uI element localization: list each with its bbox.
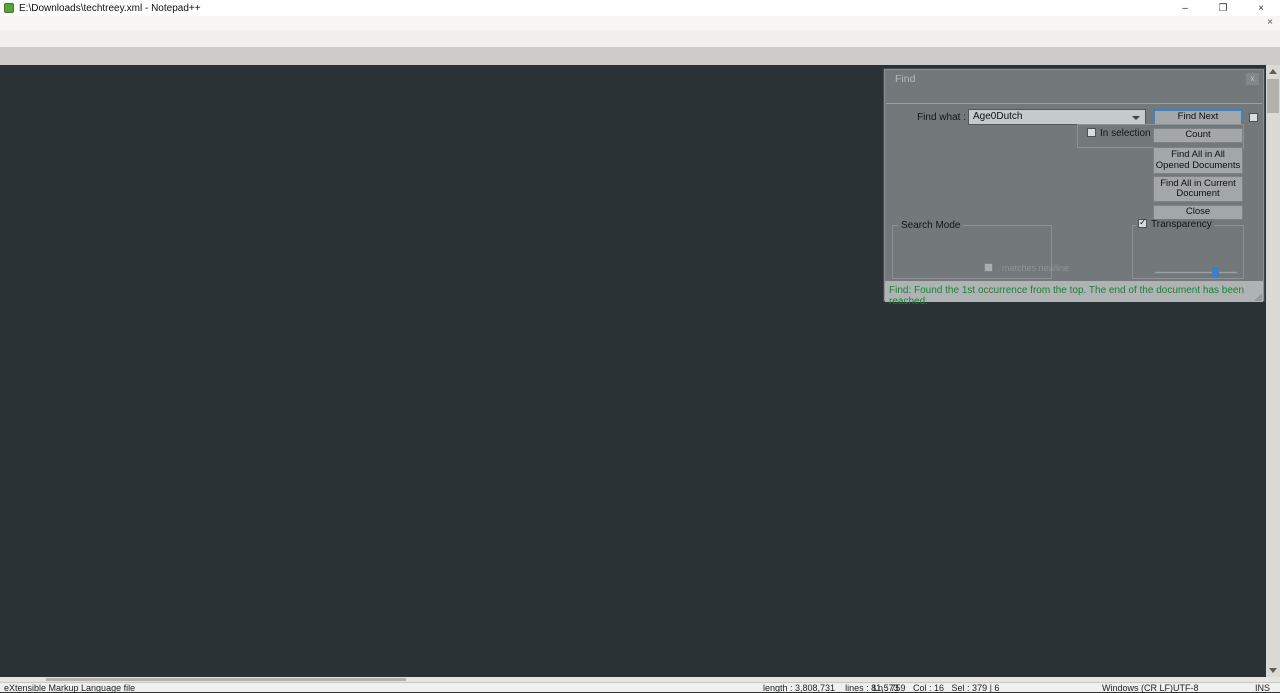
find-dialog-title: Find bbox=[895, 73, 915, 85]
unlabeled-checkbox[interactable] bbox=[1249, 113, 1258, 122]
matches-newline-checkbox[interactable] bbox=[984, 263, 993, 272]
close-button[interactable]: Close bbox=[1153, 205, 1243, 220]
window-title: E:\Downloads\techtreey.xml - Notepad++ bbox=[19, 3, 201, 14]
find-status-message: Find: Found the 1st occurrence from the … bbox=[889, 285, 1263, 307]
title-bar: E:\Downloads\techtreey.xml - Notepad++ –… bbox=[0, 0, 1280, 16]
find-status-strip: Find: Found the 1st occurrence from the … bbox=[885, 281, 1263, 302]
find-dialog: Find x Find what : Age0Dutch Find Next I… bbox=[883, 68, 1265, 302]
in-selection-checkbox[interactable] bbox=[1087, 128, 1096, 137]
resize-grip[interactable] bbox=[1254, 293, 1262, 301]
in-selection-option[interactable]: In selection bbox=[1087, 128, 1151, 139]
find-all-current-button[interactable]: Find All in Current Document bbox=[1153, 176, 1243, 202]
find-all-opened-button[interactable]: Find All in All Opened Documents bbox=[1153, 147, 1243, 174]
transparency-slider-thumb[interactable] bbox=[1212, 267, 1219, 278]
tab-bar bbox=[0, 47, 1280, 65]
transparency-option[interactable]: Transparency bbox=[1136, 219, 1214, 230]
horizontal-scroll-thumb[interactable] bbox=[46, 678, 406, 681]
status-bar: eXtensible Markup Language file length :… bbox=[0, 682, 1280, 692]
menu-bar bbox=[0, 16, 1280, 30]
minimize-button[interactable]: – bbox=[1166, 0, 1204, 16]
close-button[interactable]: × bbox=[1242, 0, 1280, 16]
count-button[interactable]: Count bbox=[1153, 128, 1243, 143]
app-icon bbox=[4, 3, 14, 13]
find-what-combobox[interactable]: Age0Dutch bbox=[968, 109, 1146, 125]
vertical-scroll-thumb[interactable] bbox=[1267, 79, 1279, 113]
chevron-down-icon[interactable] bbox=[1132, 116, 1140, 120]
find-what-value: Age0Dutch bbox=[973, 111, 1022, 122]
matches-newline-option: . matches newline bbox=[984, 263, 1069, 273]
transparency-checkbox[interactable] bbox=[1138, 219, 1147, 228]
scroll-up-arrow[interactable] bbox=[1266, 65, 1280, 78]
find-dialog-close-icon[interactable]: x bbox=[1246, 73, 1259, 85]
scroll-down-arrow[interactable] bbox=[1266, 664, 1280, 677]
close-document-icon[interactable]: × bbox=[1264, 17, 1276, 28]
notepad-window: E:\Downloads\techtreey.xml - Notepad++ –… bbox=[0, 0, 1280, 692]
transparency-slider[interactable] bbox=[1154, 271, 1238, 274]
toolbar bbox=[0, 30, 1280, 47]
vertical-scrollbar[interactable] bbox=[1266, 65, 1280, 677]
restore-button[interactable]: ❐ bbox=[1204, 0, 1242, 16]
find-what-label: Find what : bbox=[888, 112, 966, 123]
